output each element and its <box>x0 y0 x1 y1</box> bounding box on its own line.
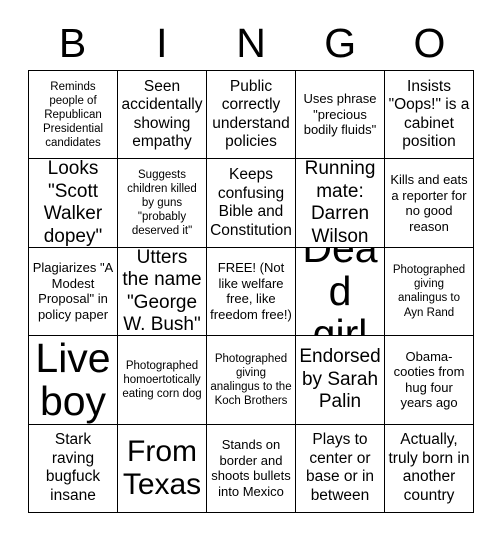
bingo-cell-text: Actually, truly born in another country <box>388 431 470 504</box>
bingo-cell[interactable]: Photographed homoertotically eating corn… <box>118 336 207 425</box>
bingo-header-letter-o: O <box>413 19 446 66</box>
bingo-cell[interactable]: Stands on border and shoots bullets into… <box>207 424 296 513</box>
bingo-cell-text: Seen accidentally showing empathy <box>121 77 203 151</box>
bingo-cell[interactable]: Obama-cooties from hug four years ago <box>385 336 474 425</box>
bingo-cell[interactable]: From Texas <box>118 424 207 513</box>
bingo-cell[interactable]: Actually, truly born in another country <box>385 424 474 513</box>
bingo-cell[interactable]: Stark raving bugfuck insane <box>29 424 118 513</box>
bingo-cell-text: Insists "Oops!" is a cabinet position <box>388 77 470 151</box>
bingo-cell[interactable]: Endorsed by Sarah Palin <box>296 336 385 425</box>
bingo-cell-text: Plays to center or base or in between <box>305 431 375 504</box>
bingo-cell-text: Endorsed by Sarah Palin <box>299 346 381 413</box>
bingo-cell[interactable]: Suggests children killed by guns "probab… <box>118 159 207 248</box>
bingo-cell-text: Suggests children killed by guns "probab… <box>127 169 197 238</box>
bingo-cell-text: Looks "Scott Walker dopey" <box>43 159 103 247</box>
bingo-cell[interactable]: Utters the name "George W. Bush" <box>118 247 207 337</box>
bingo-header-letter-g: G <box>324 19 357 66</box>
bingo-cell[interactable]: Keeps confusing Bible and Constitution <box>207 159 296 248</box>
bingo-header-letter-n: N <box>236 19 266 66</box>
bingo-cell-text: Photographed giving analingus to Ayn Ran… <box>392 264 466 319</box>
bingo-cell[interactable]: Reminds people of Republican Presidentia… <box>29 71 118 160</box>
bingo-cell[interactable]: Uses phrase "precious bodily fluids" <box>296 71 385 160</box>
bingo-cell[interactable]: Photographed giving analingus to Ayn Ran… <box>385 247 474 337</box>
bingo-cell-text: From Texas <box>122 435 202 502</box>
bingo-cell[interactable]: Insists "Oops!" is a cabinet position <box>385 71 474 160</box>
bingo-cell-text: Stark raving bugfuck insane <box>45 431 101 504</box>
bingo-cell-text: Plagiarizes "A Modest Proposal" in polic… <box>32 260 114 323</box>
bingo-cell-text: Live boy <box>35 336 111 424</box>
bingo-cell[interactable]: Kills and eats a reporter for no good re… <box>385 159 474 248</box>
bingo-cell[interactable]: Running mate: Darren Wilson <box>296 159 385 248</box>
bingo-header-row: B I N G O <box>28 16 474 70</box>
bingo-cell[interactable]: Plagiarizes "A Modest Proposal" in polic… <box>29 247 118 337</box>
bingo-cell[interactable]: FREE! (Not like welfare free, like freed… <box>207 247 296 337</box>
bingo-cell[interactable]: Live boy <box>29 336 118 425</box>
bingo-cell[interactable]: Plays to center or base or in between <box>296 424 385 513</box>
bingo-cell-text: Photographed homoertotically eating corn… <box>122 359 202 400</box>
bingo-cell-text: Running mate: Darren Wilson <box>304 159 376 247</box>
bingo-cell-text: Photographed giving analingus to the Koc… <box>210 352 292 407</box>
bingo-cell-text: FREE! (Not like welfare free, like freed… <box>210 260 292 323</box>
bingo-cell-text: Reminds people of Republican Presidentia… <box>42 80 104 149</box>
bingo-cell[interactable]: Dead girl <box>296 247 385 337</box>
bingo-header-letter-b: B <box>58 19 87 66</box>
bingo-cell-text: Stands on border and shoots bullets into… <box>211 437 291 499</box>
bingo-cell-text: Kills and eats a reporter for no good re… <box>390 171 468 234</box>
bingo-cell-text: Uses phrase "precious bodily fluids" <box>303 91 377 138</box>
bingo-grid: Reminds people of Republican Presidentia… <box>28 70 474 513</box>
bingo-cell-text: Public correctly understand policies <box>212 77 290 151</box>
bingo-cell-text: Utters the name "George W. Bush" <box>122 247 202 335</box>
bingo-cell-text: Dead girl <box>302 247 378 337</box>
bingo-card: B I N G O Reminds people of Republican P… <box>0 0 500 544</box>
bingo-cell[interactable]: Seen accidentally showing empathy <box>118 71 207 160</box>
bingo-cell[interactable]: Public correctly understand policies <box>207 71 296 160</box>
bingo-cell-text: Keeps confusing Bible and Constitution <box>210 165 292 239</box>
bingo-cell[interactable]: Looks "Scott Walker dopey" <box>29 159 118 248</box>
bingo-header-letter-i: I <box>156 19 168 66</box>
bingo-cell[interactable]: Photographed giving analingus to the Koc… <box>207 336 296 425</box>
bingo-cell-text: Obama-cooties from hug four years ago <box>393 348 465 411</box>
